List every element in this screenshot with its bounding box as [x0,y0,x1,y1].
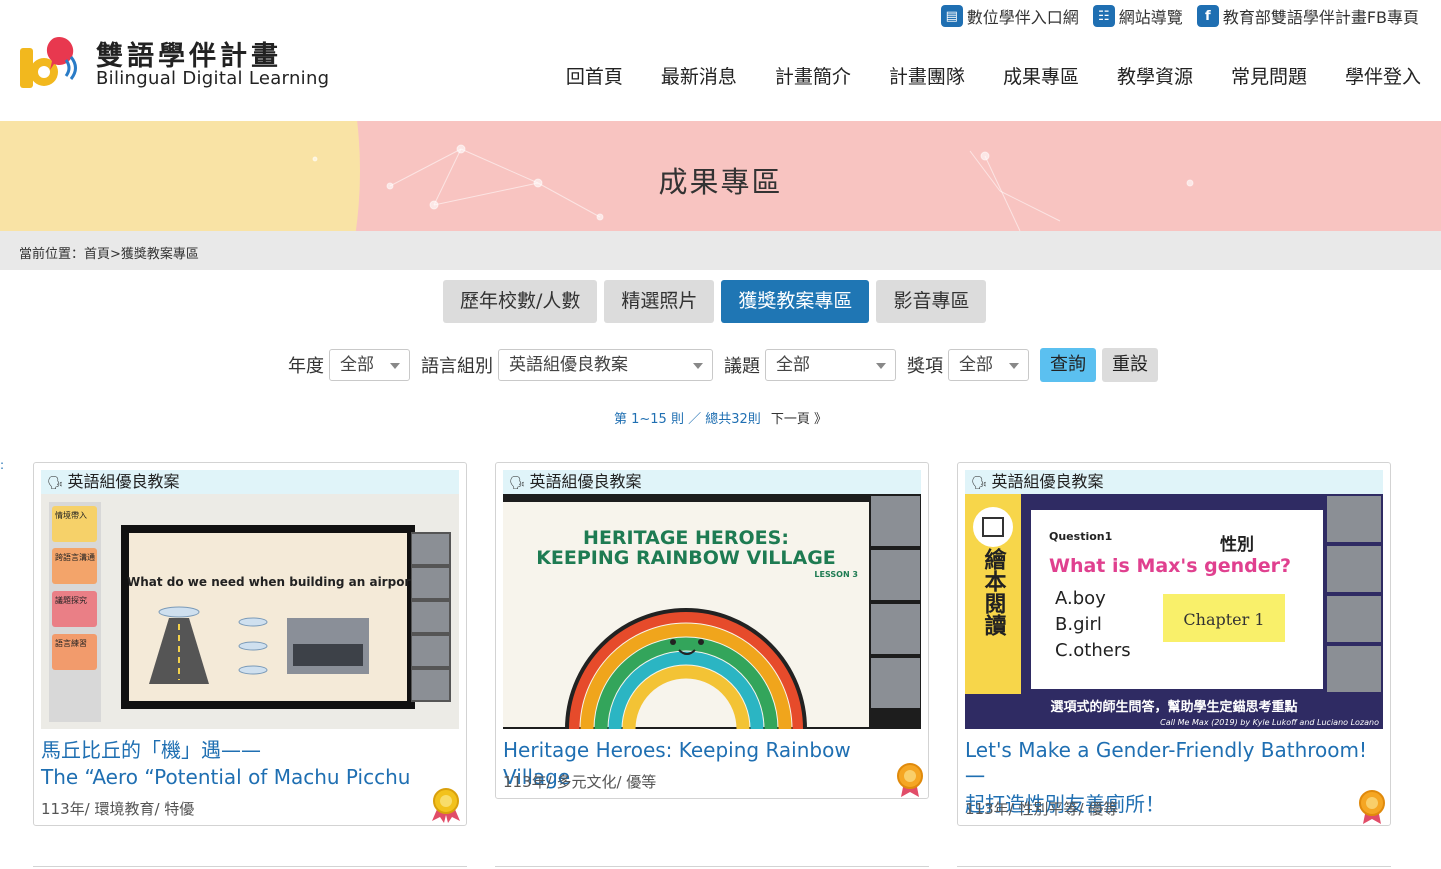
pagination: 第 1~15 則 ／ 總共32則 下一頁 》 [0,408,1441,427]
option-c: C.others [1055,640,1131,661]
topic-select-value: 全部 [776,355,810,375]
group-select-value: 英語組優良教案 [509,355,628,375]
nav-home[interactable]: 回首頁 [566,62,623,89]
chevron-down-icon [1009,363,1019,369]
question-label: Question1 [1049,530,1112,543]
section-tabs: 歷年校數/人數 精選照片 獲獎教案專區 影音專區 [443,280,987,323]
chapter-label: Chapter 1 [1183,610,1264,629]
card-title[interactable]: 馬丘比丘的「機」遇—— The “Aero “Potential of Mach… [41,737,459,791]
card-meta: 113年/ 環境教育/ 特優 [41,800,195,818]
nav-faq[interactable]: 常見問題 [1231,62,1307,89]
group-select[interactable]: 英語組優良教案 [498,349,713,381]
question-zh: 性別 [1220,534,1254,555]
next-page-link[interactable]: 下一頁 》 [771,412,827,427]
sitemap-icon: ☷ [1092,5,1115,27]
site-logo[interactable] [18,30,78,90]
slide-lesson: LESSON 3 [814,570,858,579]
site-header: 雙語學伴計畫 Bilingual Digital Learning ▤ 數位學伴… [0,0,1441,121]
topic-label: 議題 [724,356,760,377]
query-button[interactable]: 查詢 [1040,348,1096,382]
tag-2: 跨語言溝通 [55,552,95,562]
card-category: 🗣 英語組優良教案 [503,470,921,494]
chevron-down-icon [693,363,703,369]
award-select[interactable]: 全部 [948,349,1029,381]
option-a: A.boy [1055,588,1106,609]
silver-medal-icon [897,763,923,797]
toplink-label: 數位學伴入口網 [966,8,1079,27]
card-category: 🗣 英語組優良教案 [965,470,1383,494]
toplink-sitemap[interactable]: ☷ 網站導覽 [1092,4,1183,28]
topic-select[interactable]: 全部 [765,349,896,381]
facebook-icon: f [1196,5,1219,27]
card-category-label: 英語組優良教案 [529,472,642,491]
tag-1: 情境帶入 [55,510,87,520]
speech-icon: 🗣 [47,476,64,491]
card-meta: 113年/ 多元文化/ 優等 [503,773,657,791]
caption-en: Call Me Max (2019) by Kyle Lukoff and Lu… [1160,718,1379,727]
question-text: What is Max's gender? [1049,555,1291,577]
lesson-card[interactable]: 🗣 英語組優良教案 繪本閱讀 Question1 性別 What is Max's… [957,462,1391,826]
slide-question: What do we need when building an airport… [127,575,423,589]
tab-award-lessons[interactable]: 獲獎教案專區 [721,280,870,323]
chevron-down-icon [390,363,400,369]
nav-results[interactable]: 成果專區 [1003,62,1079,89]
chevron-down-icon [876,363,886,369]
toplink-label: 網站導覽 [1118,8,1183,27]
tag-4: 語言練習 [55,638,87,648]
nav-news[interactable]: 最新消息 [661,62,737,89]
toplink-label: 教育部雙語學伴計畫FB專頁 [1222,8,1419,27]
speech-icon: 🗣 [509,476,526,491]
breadcrumb: 當前位置：首頁>獲獎教案專區 [0,231,1441,270]
slide-heading-2: KEEPING RAINBOW VILLAGE [536,547,836,569]
award-select-value: 全部 [959,355,993,375]
group-label: 語言組別 [421,356,493,377]
page-banner: 成果專區 [0,121,1441,231]
nav-resources[interactable]: 教學資源 [1117,62,1193,89]
utility-links: ▤ 數位學伴入口網 ☷ 網站導覽 f 教育部雙語學伴計畫FB專頁 [940,4,1419,28]
card-thumbnail[interactable]: 繪本閱讀 Question1 性別 What is Max's gender? … [965,494,1383,729]
gold-medal-icon [432,788,460,823]
year-select-value: 全部 [340,355,374,375]
lesson-card[interactable]: 🗣 英語組優良教案 HERITAGE HEROES: KEEPING RAINBO… [495,462,929,799]
page-title: 成果專區 [658,165,783,199]
thumbnail-graphic: 繪本閱讀 Question1 性別 What is Max's gender? … [965,494,1383,729]
pagination-range: 第 1~15 則 ／ 總共32則 [613,412,761,427]
speech-icon: 🗣 [971,476,988,491]
card-thumbnail[interactable]: 情境帶入 跨語言溝通 議題探究 語言練習 What do we need whe… [41,494,459,729]
slide-heading-1: HERITAGE HEROES: [583,527,789,549]
filter-bar: 年度 全部 語言組別 英語組優良教案 議題 全部 獎項 全部 查詢 重設 [288,348,1164,382]
toplink-facebook[interactable]: f 教育部雙語學伴計畫FB專頁 [1196,4,1419,28]
book-icon: ▤ [940,5,963,27]
tag-3: 議題探究 [55,595,87,605]
card-category-label: 英語組優良教案 [67,472,180,491]
brand-subtitle: Bilingual Digital Learning [96,68,330,89]
silver-medal-icon [1359,790,1385,824]
card-title-line: Let's Make a Gender-Friendly Bathroom! 一 [965,738,1368,789]
lesson-card[interactable]: 🗣 英語組優良教案 情境帶入 跨語言溝通 議題探究 語言練習 What do we… [33,462,467,826]
nav-login[interactable]: 學伴登入 [1345,62,1421,89]
reset-button[interactable]: 重設 [1102,348,1158,382]
year-select[interactable]: 全部 [329,349,410,381]
thumbnail-graphic: 情境帶入 跨語言溝通 議題探究 語言練習 What do we need whe… [41,494,459,729]
year-label: 年度 [288,356,324,377]
option-b: B.girl [1055,614,1102,635]
thumbnail-graphic: HERITAGE HEROES: KEEPING RAINBOW VILLAGE… [503,494,921,729]
card-category-label: 英語組優良教案 [991,472,1104,491]
nav-about[interactable]: 計畫簡介 [775,62,851,89]
tab-videos[interactable]: 影音專區 [876,280,987,323]
card-title-line: 馬丘比丘的「機」遇—— [41,738,261,762]
toplink-portal[interactable]: ▤ 數位學伴入口網 [940,4,1079,28]
award-label: 獎項 [907,356,943,377]
card-title-line: The “Aero “Potential of Machu Picchu [41,765,411,789]
nav-team[interactable]: 計畫團隊 [889,62,965,89]
card-thumbnail[interactable]: HERITAGE HEROES: KEEPING RAINBOW VILLAGE… [503,494,921,729]
tab-school-count[interactable]: 歷年校數/人數 [443,280,598,323]
tab-photos[interactable]: 精選照片 [604,280,715,323]
card-category: 🗣 英語組優良教案 [41,470,459,494]
caption-zh: 選項式的師生問答，幫助學生定錨思考重點 [1050,699,1297,715]
main-nav: 回首頁 最新消息 計畫簡介 計畫團隊 成果專區 教學資源 常見問題 學伴登入 [566,62,1421,89]
left-edge-mark: : [0,458,5,472]
card-meta: 113年/ 性別平等/ 優等 [965,800,1119,818]
side-label: 繪本閱讀 [981,547,1007,637]
